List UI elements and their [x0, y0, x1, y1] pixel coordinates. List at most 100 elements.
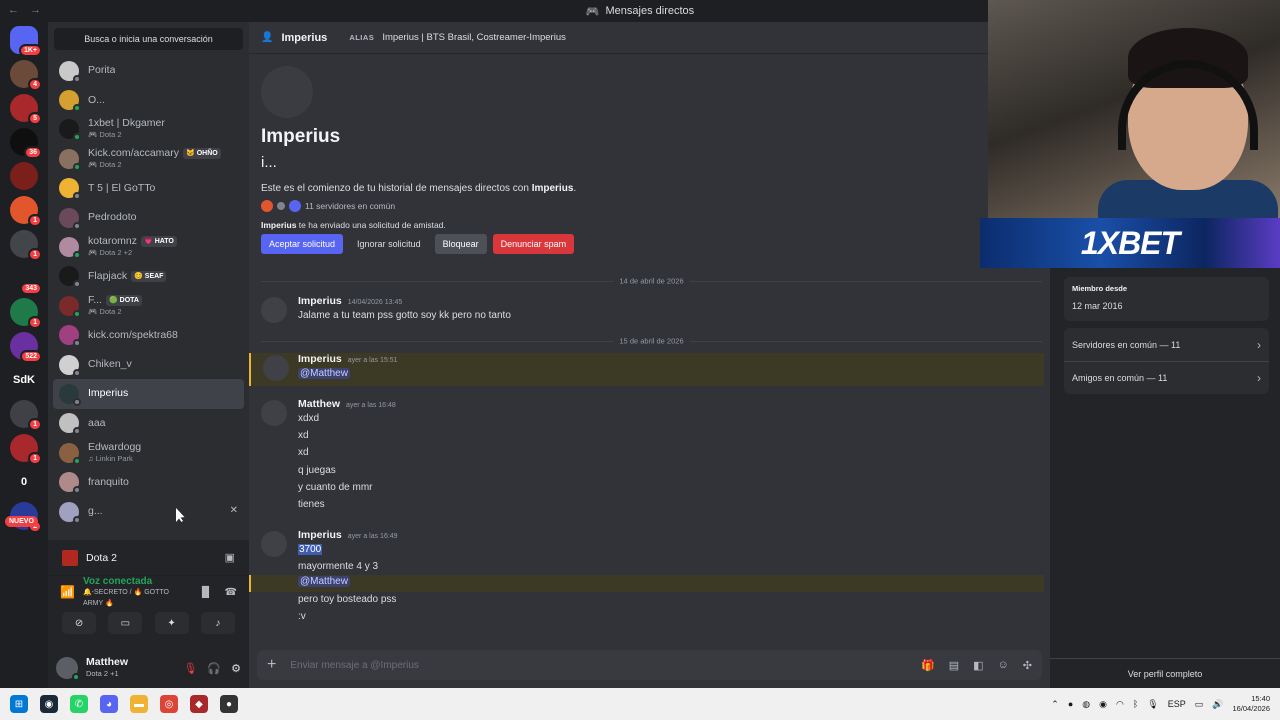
header-name[interactable]: Imperius	[281, 32, 327, 44]
mutual-friends-link[interactable]: Amigos en común — 11 ›	[1064, 361, 1269, 394]
wifi-icon[interactable]: ◠	[1116, 699, 1124, 710]
server-icon[interactable]	[10, 162, 38, 190]
server-icon[interactable]: SdK	[10, 366, 38, 394]
server-icon[interactable]: 522	[10, 332, 42, 363]
start-icon[interactable]: ⊞	[10, 695, 28, 713]
server-icon[interactable]: 1	[10, 298, 42, 329]
mic-muted-icon[interactable]: 🎙	[183, 662, 197, 675]
chrome-icon[interactable]: ◎	[160, 695, 178, 713]
dm-item[interactable]: Flapjack 😊 SEAF	[53, 262, 244, 291]
language-indicator[interactable]: ESP	[1168, 699, 1186, 709]
server-icon[interactable]: 1	[10, 400, 42, 431]
message-input[interactable]: Enviar mensaje a @Imperius	[290, 660, 419, 671]
settings-gear-icon[interactable]: ⚙	[231, 662, 241, 675]
message-author[interactable]: Imperius	[298, 529, 342, 541]
tray-icon[interactable]: ●	[1068, 699, 1073, 709]
message-composer[interactable]: + Enviar mensaje a @Imperius 🎁 ▤ ◧ ☺ ✣	[257, 650, 1042, 680]
dota-icon[interactable]: ◆	[190, 695, 208, 713]
emoji-icon[interactable]: ☺	[998, 659, 1009, 672]
dm-item[interactable]: T 5 | El GoTTo	[53, 174, 244, 203]
sticker-icon[interactable]: ◧	[973, 659, 983, 672]
mention[interactable]: @Matthew	[298, 576, 350, 587]
server-icon[interactable]: 343	[10, 264, 42, 295]
mutual-servers[interactable]: 11 servidores en común	[261, 200, 576, 212]
nav-arrows[interactable]: ← →	[8, 4, 45, 16]
close-icon[interactable]: ✕	[230, 505, 238, 516]
clock[interactable]: 15:40 16/04/2026	[1232, 694, 1270, 714]
avatar[interactable]	[261, 400, 287, 426]
avatar[interactable]	[261, 531, 287, 557]
message-author[interactable]: Matthew	[298, 398, 340, 410]
dm-item[interactable]: Porita	[53, 56, 244, 85]
tray-icon[interactable]: ◉	[1099, 699, 1107, 710]
gift-icon[interactable]: 🎁	[921, 659, 935, 672]
mutual-servers-link[interactable]: Servidores en común — 11 ›	[1064, 328, 1269, 361]
block-button[interactable]: Bloquear	[434, 234, 487, 254]
avatar[interactable]	[56, 657, 80, 681]
server-icon[interactable]: 1	[10, 434, 42, 465]
deafen-icon[interactable]: 🎧	[207, 662, 221, 675]
server-icon[interactable]: 1	[10, 196, 42, 227]
folder-icon[interactable]: ▬	[130, 695, 148, 713]
mic-icon[interactable]: 🎙	[1147, 699, 1158, 710]
dm-item[interactable]: aaa	[53, 409, 244, 438]
view-full-profile-button[interactable]: Ver perfil completo	[1050, 658, 1280, 688]
dm-item[interactable]: Imperius	[53, 379, 244, 409]
accept-request-button[interactable]: Aceptar solicitud	[261, 234, 344, 254]
server-icon[interactable]: 1	[10, 230, 42, 261]
dm-item[interactable]: Pedrodoto	[53, 203, 244, 232]
dm-item[interactable]: Edwardogg ♫ Linkin Park	[53, 438, 244, 467]
steam-icon[interactable]: ◉	[40, 695, 58, 713]
stream-icon[interactable]: ▣	[225, 551, 235, 564]
intro-avatar[interactable]	[261, 66, 313, 118]
message-author[interactable]: Imperius	[298, 353, 342, 365]
chevron-up-icon[interactable]: ⌃	[1051, 699, 1059, 710]
attach-plus-icon[interactable]: +	[267, 656, 276, 674]
whatsapp-icon[interactable]: ✆	[70, 695, 88, 713]
dm-item[interactable]: kick.com/spektra68	[53, 321, 244, 350]
mention[interactable]: @Matthew	[298, 368, 350, 379]
soundboard-button[interactable]: ♪	[200, 612, 235, 634]
bluetooth-icon[interactable]: ᛒ	[1133, 699, 1138, 709]
obs-icon[interactable]: ●	[220, 695, 238, 713]
apps-icon[interactable]: ✣	[1023, 659, 1032, 672]
server-icon[interactable]: 4	[10, 60, 42, 91]
dm-item[interactable]: g... ✕	[53, 497, 244, 526]
volume-icon[interactable]: 🔊	[1212, 699, 1223, 710]
avatar[interactable]	[263, 355, 289, 381]
intro-handle: i...	[261, 154, 277, 171]
ignore-request-button[interactable]: Ignorar solicitud	[349, 234, 429, 254]
display-icon[interactable]: ▭	[1195, 699, 1204, 710]
discord-icon[interactable]: ◕	[100, 695, 118, 713]
server-icon[interactable]: 0	[10, 468, 38, 496]
dm-name-row: Pedrodoto	[88, 212, 136, 223]
avatar[interactable]	[261, 297, 287, 323]
tray-icon[interactable]: ◍	[1082, 699, 1090, 710]
message[interactable]: Imperius ayer a las 16:49 3700 mayormente…	[249, 529, 1044, 577]
message-author[interactable]: Imperius	[298, 295, 342, 307]
activities-button[interactable]: ✦	[154, 612, 189, 634]
message[interactable]: Matthew ayer a las 16:48 xdxd xd xd q jue…	[249, 398, 1044, 515]
message[interactable]: Imperius 14/04/2026 13:45 Jalame a tu tea…	[249, 295, 1044, 326]
dm-item[interactable]: franquito	[53, 467, 244, 496]
direct-messages-button[interactable]: 1K+	[10, 26, 42, 57]
dm-item[interactable]: Chiken_v	[53, 350, 244, 379]
dm-item[interactable]: kotaromnz 💗 HATO 🎮 Dota 2 +2	[53, 232, 244, 261]
voice-status[interactable]: Voz conectada	[83, 576, 190, 587]
new-badge: NUEVO	[5, 516, 38, 527]
dm-item[interactable]: O...	[53, 85, 244, 114]
message[interactable]: Imperius ayer a las 15:51 @Matthew	[249, 353, 1044, 386]
dm-search-input[interactable]: Busca o inicia una conversación	[54, 28, 243, 50]
noise-suppression-icon[interactable]: ▐▌	[198, 587, 212, 598]
camera-off-button[interactable]: ⊘	[62, 612, 97, 634]
dm-item[interactable]: F... 🟢 DOTA 🎮 Dota 2	[53, 291, 244, 320]
voice-channel[interactable]: 🔔-SECRETO / 🔥 GOTTO ARMY 🔥	[83, 587, 190, 609]
server-icon[interactable]: 5	[10, 94, 42, 125]
dm-item[interactable]: 1xbet | Dkgamer 🎮 Dota 2	[53, 115, 244, 144]
server-icon[interactable]: 36	[10, 128, 42, 159]
gif-icon[interactable]: ▤	[949, 659, 959, 672]
dm-item[interactable]: Kick.com/accamary 🐱 OHÑO 🎮 Dota 2	[53, 144, 244, 173]
report-spam-button[interactable]: Denunciar spam	[492, 234, 575, 254]
screen-share-button[interactable]: ▭	[108, 612, 143, 634]
disconnect-icon[interactable]: ☎	[225, 587, 237, 598]
